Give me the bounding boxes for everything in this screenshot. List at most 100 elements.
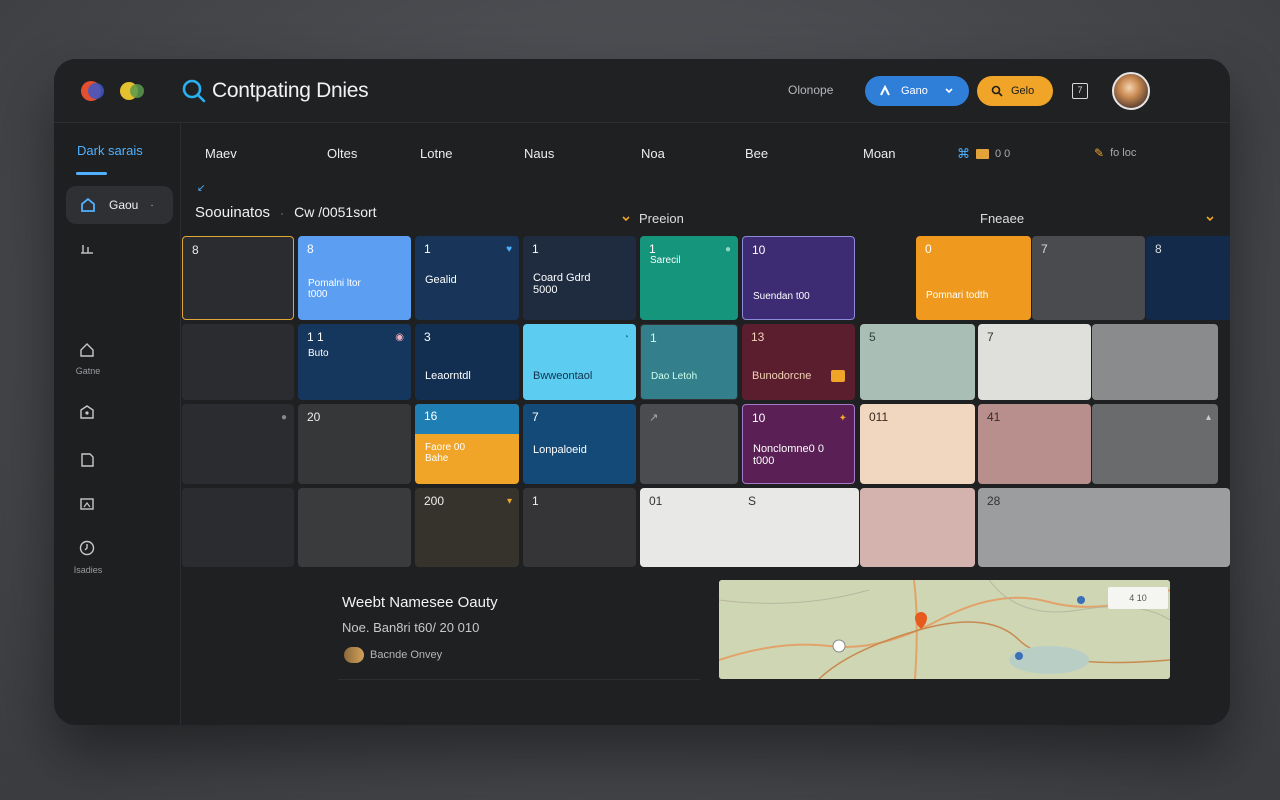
- calendar-cell[interactable]: 3 Leaorntdl: [415, 324, 519, 400]
- event-title: Weebt Namesee Oauty: [342, 594, 498, 611]
- day-number: 8: [192, 243, 199, 257]
- calendar-cell[interactable]: 0 Pomnari todth: [916, 236, 1031, 320]
- chevron-down-icon: [945, 88, 953, 94]
- day-number: 1: [650, 331, 657, 345]
- day-number: 1: [424, 242, 431, 256]
- day-number: 1: [532, 494, 539, 508]
- day-number: 1: [532, 242, 539, 256]
- window-icon[interactable]: 7: [1072, 83, 1088, 99]
- calendar-cell[interactable]: 01 S: [640, 488, 859, 567]
- primary-button-label: Gano: [901, 85, 928, 97]
- calendar-cell[interactable]: 20: [298, 404, 411, 484]
- calendar-cell[interactable]: [1092, 324, 1218, 400]
- calendar-cell[interactable]: 10 ✦ Nonclomne0 0 t000: [742, 404, 855, 484]
- day-number: 7: [987, 330, 994, 344]
- breadcrumb-title: Soouinatos: [195, 204, 271, 221]
- sidebar-title-underline: [76, 172, 107, 175]
- calendar-cell[interactable]: ↗: [640, 404, 738, 484]
- map-zoom-label[interactable]: 4 10: [1108, 587, 1168, 609]
- calendar-cell[interactable]: 8: [182, 236, 294, 320]
- column-header[interactable]: Maev: [205, 146, 237, 161]
- calendar-cell[interactable]: 13 Bunodorcne: [742, 324, 855, 400]
- image-icon[interactable]: [78, 495, 96, 513]
- user-avatar[interactable]: [1112, 72, 1150, 110]
- header-link[interactable]: Olonope: [788, 83, 833, 97]
- document-icon[interactable]: [78, 451, 96, 469]
- badge-icon: [831, 370, 845, 382]
- calendar-cell[interactable]: 1 ● Sarecil: [640, 236, 738, 320]
- column-header-tools[interactable]: ⌘ 0 0: [957, 146, 1010, 162]
- app-window: Contpating Dnies Olonope Gano Gelo 7 Dar…: [54, 59, 1230, 725]
- column-header[interactable]: Oltes: [327, 146, 357, 161]
- column-header[interactable]: Bee: [745, 146, 768, 161]
- event-label: Lonpaloeid: [533, 444, 587, 456]
- map-preview[interactable]: [719, 580, 1170, 679]
- heart-icon: ♥: [506, 244, 512, 255]
- secondary-button[interactable]: Gelo: [977, 76, 1053, 106]
- calendar-cell[interactable]: 7: [1032, 236, 1145, 320]
- calendar-cell[interactable]: 200 ▾: [415, 488, 519, 567]
- calendar-cell[interactable]: 41: [978, 404, 1091, 484]
- column-header[interactable]: Noa: [641, 146, 665, 161]
- day-number: 200: [424, 494, 445, 508]
- calendar-cell[interactable]: 1 Dao Letoh: [640, 324, 738, 400]
- column-tools-label: 0 0: [995, 148, 1011, 160]
- select-preeion-label: Preeion: [639, 211, 684, 226]
- bars-icon[interactable]: [78, 239, 96, 257]
- column-header-tools-2[interactable]: ✎ fo loc: [1094, 146, 1136, 160]
- status-dot: ●: [280, 412, 287, 423]
- arrow-up-icon: [880, 85, 890, 96]
- event-label: Buto: [308, 348, 329, 359]
- sidebar-title[interactable]: Dark sarais: [77, 143, 143, 158]
- calendar-cell[interactable]: 5: [860, 324, 975, 400]
- breadcrumb: Soouinatos · Cw /0051sort: [195, 204, 377, 221]
- event-label: Suendan t00: [753, 291, 810, 302]
- event-label: Sarecil: [650, 255, 681, 266]
- select-fneaee[interactable]: Fneaee: [980, 211, 1215, 226]
- pin-icon: ⌘: [957, 146, 970, 161]
- event-label: Pomnari todth: [926, 290, 989, 301]
- calendar-cell[interactable]: ◔ Bwweontaol: [523, 324, 636, 400]
- calendar-cell[interactable]: 7 Lonpaloeid: [523, 404, 636, 484]
- calendar-cell[interactable]: 1 1 ◉ Buto: [298, 324, 411, 400]
- event-label: Bunodorcne: [752, 370, 812, 382]
- sidebar-item-label: Gaou: [109, 198, 139, 212]
- column-header[interactable]: Moan: [863, 146, 896, 161]
- calendar-cell[interactable]: 28: [978, 488, 1230, 567]
- calendar-cell[interactable]: ▴: [1092, 404, 1218, 484]
- sidebar-item-active[interactable]: Gaou ·: [66, 186, 173, 224]
- calendar-cell[interactable]: 8 Pomalni ltor t000: [298, 236, 411, 320]
- event-label: Gealid: [425, 274, 457, 286]
- search-icon[interactable]: [182, 79, 206, 103]
- calendar-cell[interactable]: [182, 324, 294, 400]
- calendar-cell[interactable]: [298, 488, 411, 567]
- record-icon: ◉: [395, 332, 404, 343]
- caret-up-icon: ▴: [1205, 412, 1211, 423]
- sidebar: Dark sarais Gaou · Gatne Isadies: [54, 123, 181, 725]
- calendar-cell[interactable]: ●: [182, 404, 294, 484]
- day-number: 10: [752, 411, 766, 425]
- sidebar-label-isadies: Isadies: [73, 565, 103, 575]
- clock-icon[interactable]: [78, 539, 96, 557]
- top-header: Contpating Dnies Olonope Gano Gelo 7: [54, 59, 1230, 123]
- calendar-cell[interactable]: 011: [860, 404, 975, 484]
- day-number: 3: [424, 330, 431, 344]
- folder-icon: [976, 149, 989, 159]
- day-number: 1 1: [307, 330, 324, 344]
- select-preeion[interactable]: Preeion: [621, 211, 684, 226]
- calendar-cell[interactable]: 10 Suendan t00: [742, 236, 855, 320]
- calendar-cell[interactable]: [182, 488, 294, 567]
- calendar-cell[interactable]: 1 Coard Gdrd 5000: [523, 236, 636, 320]
- calendar-cell[interactable]: 1 ♥ Gealid: [415, 236, 519, 320]
- day-number: 7: [532, 410, 539, 424]
- primary-button[interactable]: Gano: [865, 76, 969, 106]
- calendar-cell[interactable]: 8: [1146, 236, 1230, 320]
- home-outline-icon[interactable]: [78, 341, 96, 359]
- calendar-cell[interactable]: [860, 488, 975, 567]
- calendar-cell[interactable]: 7: [978, 324, 1091, 400]
- calendar-cell[interactable]: 1: [523, 488, 636, 567]
- building-icon[interactable]: [78, 403, 96, 421]
- calendar-cell[interactable]: 16 Faore 00 Bahe: [415, 404, 519, 484]
- column-header[interactable]: Lotne: [420, 146, 453, 161]
- column-header[interactable]: Naus: [524, 146, 554, 161]
